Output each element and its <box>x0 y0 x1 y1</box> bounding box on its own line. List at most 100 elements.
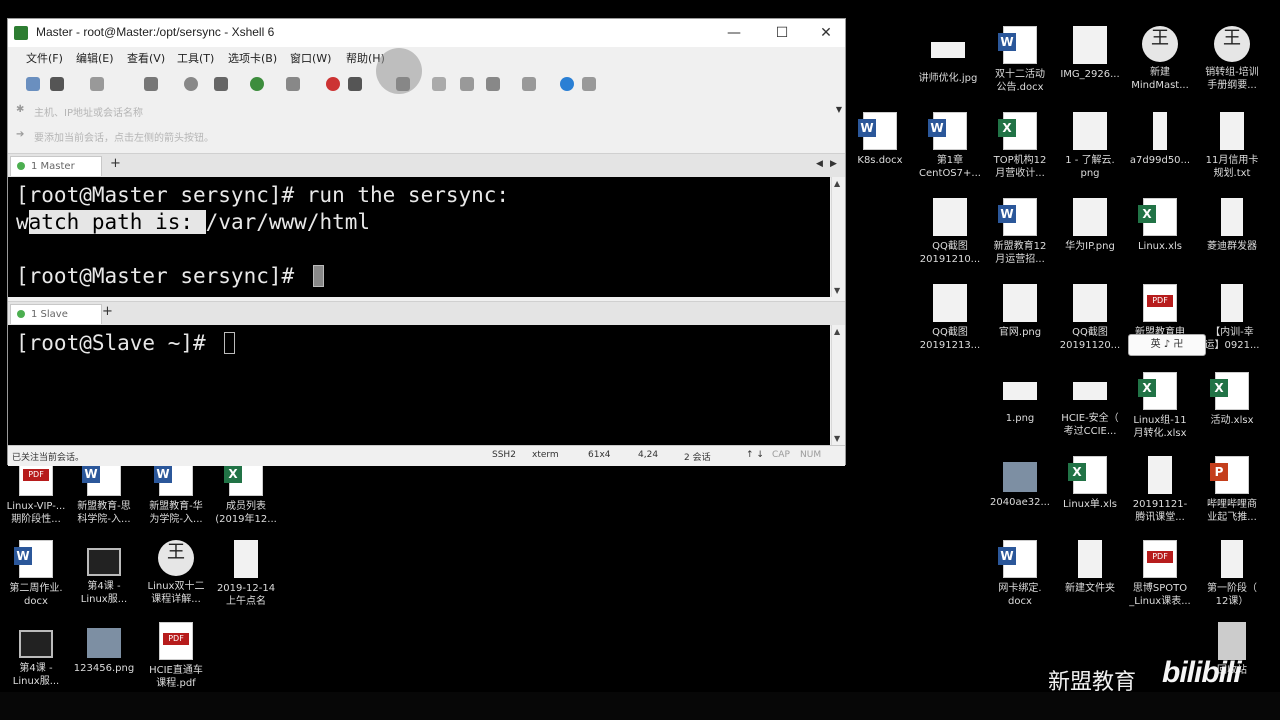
desktop-icon[interactable]: 123456.png <box>68 622 140 675</box>
desktop-icon[interactable]: 【内训-幸 运】0921... <box>1196 284 1268 352</box>
desktop-icon-label: 月转化.xlsx <box>1133 428 1187 439</box>
terminal-slave[interactable]: [root@Slave ~]# <box>8 325 830 445</box>
taskbar[interactable] <box>0 692 1280 720</box>
desktop-icon[interactable]: 华为IP.png <box>1054 198 1126 253</box>
ime-toolbar[interactable]: 英 ♪ 卍 <box>1128 334 1206 356</box>
add-tab-button[interactable]: + <box>102 304 113 319</box>
desktop-icon[interactable]: a7d99d50... <box>1124 112 1196 167</box>
desktop-icon[interactable]: Linux组-11 月转化.xlsx <box>1124 372 1196 440</box>
color-scheme-icon[interactable] <box>286 77 300 91</box>
desktop-icon[interactable]: 新建文件夹 <box>1054 540 1126 595</box>
scrollbar-slave[interactable]: ▲ ▼ <box>831 325 845 445</box>
desktop-icon[interactable]: 新盟教育12 月运营招... <box>984 198 1056 266</box>
desktop-icon[interactable]: Linux-VIP-... 期阶段性... <box>0 458 72 526</box>
terminal-line: watch path is: /var/www/html <box>16 210 370 234</box>
help-icon[interactable] <box>560 77 574 91</box>
menu-edit[interactable]: 编辑(E) <box>76 50 114 66</box>
pdf-file-icon <box>1143 540 1177 578</box>
desktop-icon[interactable]: 活动.xlsx <box>1196 372 1268 427</box>
scroll-down-icon[interactable]: ▼ <box>834 286 840 295</box>
title-bar[interactable]: Master - root@Master:/opt/sersync - Xshe… <box>8 19 845 47</box>
desktop-icon[interactable]: 新建 MindMast... <box>1124 26 1196 92</box>
chevron-down-icon[interactable]: ▼ <box>836 105 842 114</box>
find-icon[interactable] <box>184 77 198 91</box>
properties-icon[interactable] <box>144 77 158 91</box>
menu-window[interactable]: 窗口(W) <box>290 50 331 66</box>
menu-tabs[interactable]: 选项卡(B) <box>228 50 277 66</box>
desktop-icon[interactable]: QQ截图 20191210... <box>914 198 986 266</box>
desktop-icon-label: IMG_2926... <box>1060 69 1120 80</box>
desktop-icon[interactable]: 第二周作业. docx <box>0 540 72 608</box>
tab-master[interactable]: 1 Master <box>10 156 102 176</box>
status-session-count: 2 会话 <box>684 453 711 463</box>
xmanager-icon[interactable] <box>348 77 362 91</box>
desktop-icon[interactable]: 新盟教育-思 科学院-入... <box>68 458 140 526</box>
scrollbar-master[interactable]: ▲ ▼ <box>831 177 845 297</box>
scroll-up-icon[interactable]: ▲ <box>834 179 840 188</box>
close-button[interactable]: ✕ <box>806 21 846 45</box>
desktop-icon[interactable]: TOP机构12 月营收计... <box>984 112 1056 180</box>
desktop-icon[interactable]: Linux单.xls <box>1054 456 1126 511</box>
arrow-icon[interactable]: ➔ <box>16 129 24 140</box>
desktop-icon[interactable]: 网卡绑定. docx <box>984 540 1056 608</box>
desktop-icon[interactable]: 1 - 了解云. png <box>1054 112 1126 180</box>
desktop-icon[interactable]: QQ截图 20191120... <box>1054 284 1126 352</box>
connect-icon[interactable] <box>90 77 104 91</box>
desktop-icon[interactable]: 官网.png <box>984 284 1056 339</box>
terminal-master[interactable]: [root@Master sersync]# run the sersync: … <box>8 177 830 297</box>
status-cursor-position: 4,24 <box>638 450 659 460</box>
desktop-icon[interactable]: K8s.docx <box>844 112 916 167</box>
menu-file[interactable]: 文件(F) <box>26 50 63 66</box>
desktop-icon[interactable]: 思博SPOTO _Linux课表... <box>1124 540 1196 608</box>
tab-prev-icon[interactable]: ◀ <box>816 159 823 169</box>
minimize-button[interactable]: — <box>714 21 754 45</box>
desktop-icon[interactable]: Linux双十二 课程详解... <box>140 540 212 606</box>
maximize-button[interactable]: ☐ <box>762 21 802 45</box>
desktop-icon[interactable]: 双十二活动 公告.docx <box>984 26 1056 94</box>
desktop-icon[interactable]: QQ截图 20191213... <box>914 284 986 352</box>
desktop-icon[interactable]: 讲师优化.jpg <box>912 30 984 85</box>
desktop-icon[interactable]: 新盟教育-华 为学院-入... <box>140 458 212 526</box>
compose-icon[interactable] <box>460 77 474 91</box>
desktop-icon-label: 成员列表 <box>226 501 266 512</box>
desktop-icon[interactable]: 第一阶段（ 12课） <box>1196 540 1268 608</box>
scroll-down-icon[interactable]: ▼ <box>834 434 840 443</box>
address-bar[interactable]: ✱ 主机、IP地址或会话名称 ▼ <box>12 101 842 121</box>
desktop-icon[interactable]: 销转组-培训 手册纲要... <box>1196 26 1268 92</box>
desktop-icon[interactable]: 1.png <box>984 372 1056 425</box>
desktop-icon[interactable]: Linux.xls <box>1124 198 1196 253</box>
desktop-icon[interactable]: 第1章 CentOS7+... <box>914 112 986 180</box>
desktop-icon[interactable]: 成员列表 (2019年12... <box>210 458 282 526</box>
layout-icon[interactable] <box>522 77 536 91</box>
desktop-icon-label: 上午点名 <box>226 596 266 607</box>
open-folder-icon[interactable] <box>50 77 64 91</box>
scroll-up-icon[interactable]: ▲ <box>834 327 840 336</box>
desktop-icon-label: 手册纲要... <box>1207 80 1257 91</box>
xftp-icon[interactable] <box>326 77 340 91</box>
menu-tools[interactable]: 工具(T) <box>177 50 214 66</box>
desktop-icon[interactable]: 第4课 - Linux服... <box>0 622 72 688</box>
desktop-icon[interactable]: IMG_2926... <box>1054 26 1126 81</box>
desktop-icon[interactable]: 2019-12-14 上午点名 <box>210 540 282 608</box>
tab-next-icon[interactable]: ▶ <box>830 159 837 169</box>
settings-icon[interactable] <box>486 77 500 91</box>
new-session-icon[interactable] <box>26 77 40 91</box>
add-tab-button[interactable]: + <box>110 156 121 171</box>
excel-file-icon <box>1068 456 1107 494</box>
desktop-icon[interactable]: 哔哩哔哩商 业起飞推... <box>1196 456 1268 524</box>
desktop-icon[interactable]: HCIE直通车 课程.pdf <box>140 622 212 690</box>
desktop-icon[interactable]: 菱迪群发器 <box>1196 198 1268 253</box>
chat-icon[interactable] <box>582 77 596 91</box>
desktop-icon[interactable]: 20191121- 腾讯课堂... <box>1124 456 1196 524</box>
desktop-icon[interactable]: HCIE-安全（ 考过CCIE... <box>1054 372 1126 438</box>
menu-view[interactable]: 查看(V) <box>127 50 165 66</box>
status-nav-icon[interactable]: ↑ ↓ <box>746 450 764 460</box>
globe-icon[interactable] <box>250 77 264 91</box>
tab-slave[interactable]: 1 Slave <box>10 304 102 324</box>
desktop-icon[interactable]: 新盟教育申 <box>1124 284 1196 339</box>
desktop-icon[interactable]: 2040ae32... <box>984 456 1056 509</box>
font-icon[interactable] <box>214 77 228 91</box>
desktop-icon[interactable]: 第4课 - Linux服... <box>68 540 140 606</box>
keyboard-icon[interactable] <box>432 77 446 91</box>
desktop-icon[interactable]: 11月信用卡 规划.txt <box>1196 112 1268 180</box>
